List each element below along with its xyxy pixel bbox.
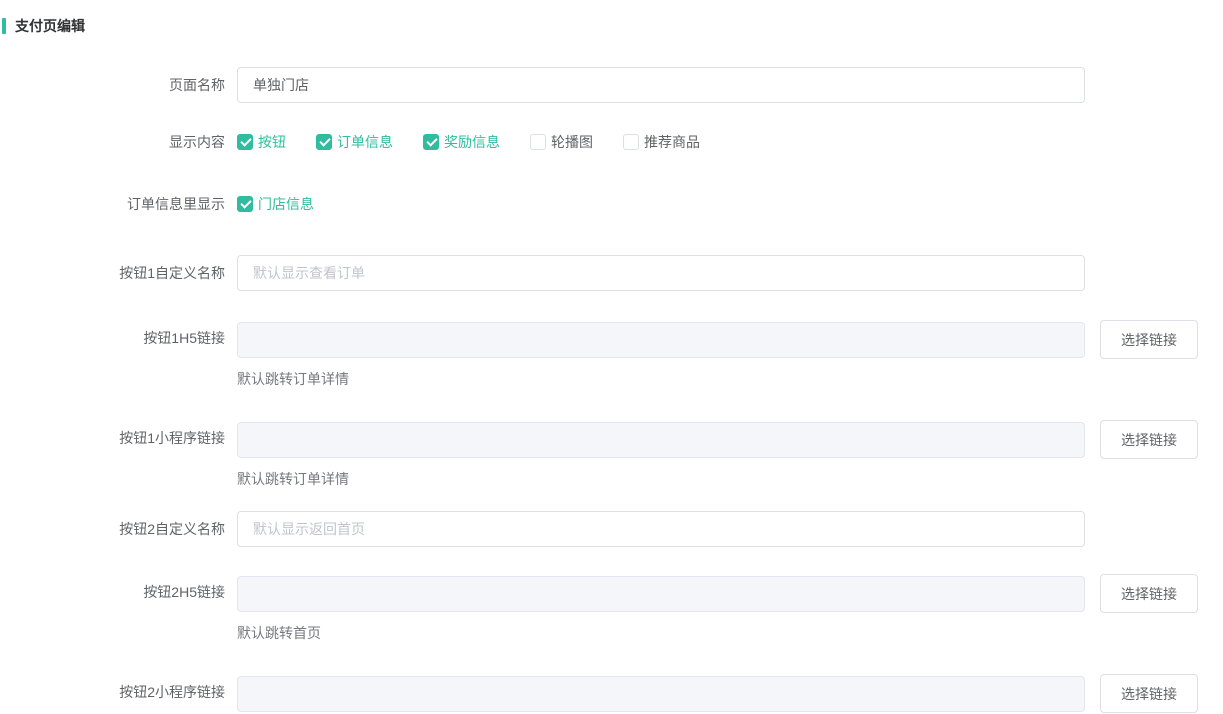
form-label: 页面名称	[0, 67, 237, 103]
checkbox-checked-icon	[237, 196, 253, 212]
button1-miniprogram-link-input	[237, 422, 1085, 458]
form-row-button1-miniprogram-link: 按钮1小程序链接 选择链接 默认跳转订单详情	[0, 420, 1223, 487]
checkbox-recommend-products[interactable]: 推荐商品	[623, 132, 700, 152]
form-label: 按钮2自定义名称	[0, 511, 237, 547]
button1-custom-name-input[interactable]	[237, 255, 1085, 291]
helper-text: 默认跳转首页	[237, 625, 1198, 641]
button2-h5-link-input	[237, 576, 1085, 612]
form-label: 订单信息里显示	[0, 194, 237, 214]
form-row-order-info-display: 订单信息里显示 门店信息	[0, 194, 1223, 214]
page-name-input[interactable]	[237, 67, 1085, 103]
form-row-button1-custom-name: 按钮1自定义名称	[0, 255, 1223, 291]
checkbox-unchecked-icon	[530, 134, 546, 150]
checkbox-checked-icon	[316, 134, 332, 150]
helper-text: 默认跳转订单详情	[237, 471, 1198, 487]
form-row-page-name: 页面名称	[0, 67, 1223, 103]
form-row-button2-h5-link: 按钮2H5链接 选择链接 默认跳转首页	[0, 574, 1223, 641]
button1-h5-link-input	[237, 322, 1085, 358]
checkbox-store-info[interactable]: 门店信息	[237, 194, 314, 214]
helper-text: 默认跳转订单详情	[237, 371, 1198, 387]
form-label: 按钮2H5链接	[0, 574, 237, 610]
checkbox-unchecked-icon	[623, 134, 639, 150]
form-row-button1-h5-link: 按钮1H5链接 选择链接 默认跳转订单详情	[0, 320, 1223, 387]
form-label: 显示内容	[0, 132, 237, 152]
page-title: 支付页编辑	[15, 16, 85, 36]
checkbox-order-info[interactable]: 订单信息	[316, 132, 393, 152]
form-row-button2-miniprogram-link: 按钮2小程序链接 选择链接	[0, 674, 1223, 713]
checkbox-checked-icon	[237, 134, 253, 150]
payment-page-editor: 支付页编辑 页面名称 显示内容 按钮 订单信息 奖励信息 轮播图	[0, 0, 1223, 713]
form-label: 按钮1H5链接	[0, 320, 237, 356]
button2-custom-name-input[interactable]	[237, 511, 1085, 547]
title-accent-bar	[2, 18, 6, 34]
form-label: 按钮2小程序链接	[0, 674, 237, 710]
section-header: 支付页编辑	[0, 16, 1223, 36]
button2-h5-choose-link-button[interactable]: 选择链接	[1100, 574, 1198, 613]
form-label: 按钮1自定义名称	[0, 255, 237, 291]
button1-h5-choose-link-button[interactable]: 选择链接	[1100, 320, 1198, 359]
button2-miniprogram-choose-link-button[interactable]: 选择链接	[1100, 674, 1198, 713]
checkbox-reward-info[interactable]: 奖励信息	[423, 132, 500, 152]
checkbox-checked-icon	[423, 134, 439, 150]
checkbox-buttons[interactable]: 按钮	[237, 132, 286, 152]
form-row-display-content: 显示内容 按钮 订单信息 奖励信息 轮播图 推荐商品	[0, 132, 1223, 152]
form-row-button2-custom-name: 按钮2自定义名称	[0, 511, 1223, 547]
form-label: 按钮1小程序链接	[0, 420, 237, 456]
button1-miniprogram-choose-link-button[interactable]: 选择链接	[1100, 420, 1198, 459]
button2-miniprogram-link-input	[237, 676, 1085, 712]
checkbox-carousel[interactable]: 轮播图	[530, 132, 593, 152]
